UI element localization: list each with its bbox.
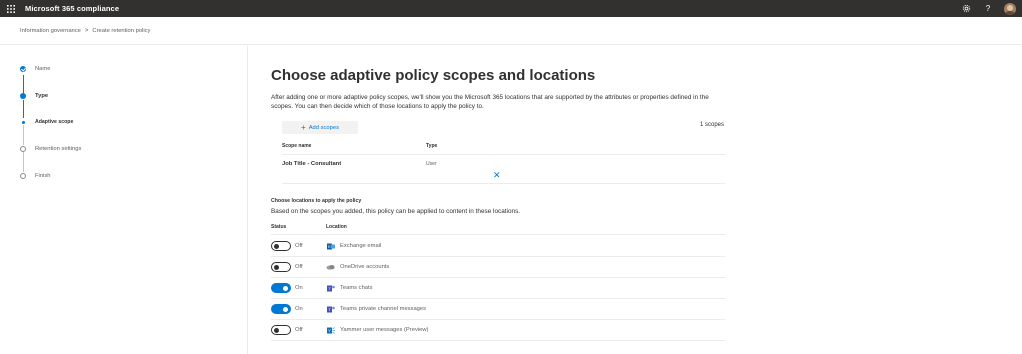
page-description: After adding one or more adaptive policy… xyxy=(271,94,709,111)
gear-icon[interactable] xyxy=(960,3,972,15)
add-scopes-label: Add scopes xyxy=(308,124,339,131)
app-title[interactable]: Microsoft 365 compliance xyxy=(25,4,119,13)
step-name[interactable]: Name xyxy=(20,66,50,72)
locations-title: Choose locations to apply the policy xyxy=(271,198,362,204)
step-label: Retention settings xyxy=(35,146,82,152)
close-icon[interactable]: ✕ xyxy=(493,171,501,180)
column-header-scope-name[interactable]: Scope name xyxy=(282,143,311,149)
add-scopes-button[interactable]: + Add scopes xyxy=(282,121,358,134)
location-row-teams-chats: On T Teams chats xyxy=(271,278,725,299)
location-row-exchange: Off E Exchange email xyxy=(271,236,725,257)
teams-icon: T xyxy=(326,284,335,292)
toggle-label: On xyxy=(295,285,303,291)
toggle-label: Off xyxy=(295,264,303,270)
step-label: Type xyxy=(35,93,49,99)
yammer-icon: Y xyxy=(326,326,335,334)
status-toggle[interactable] xyxy=(271,304,291,314)
svg-text:E: E xyxy=(328,244,331,249)
location-name: Exchange email xyxy=(340,243,382,249)
locations-table-header: Status Location xyxy=(271,221,725,235)
column-header-location: Location xyxy=(326,224,347,230)
app-launcher-icon[interactable] xyxy=(3,0,19,17)
status-toggle[interactable] xyxy=(271,241,291,251)
location-row-yammer: Off Y Yammer user messages (Preview) xyxy=(271,320,725,341)
location-name: Teams chats xyxy=(340,285,373,291)
step-label: Name xyxy=(35,66,51,72)
toggle-label: Off xyxy=(295,327,303,333)
checkmark-icon xyxy=(20,66,26,72)
active-step-icon xyxy=(20,93,26,99)
plus-icon: + xyxy=(301,122,306,132)
status-toggle[interactable] xyxy=(271,283,291,293)
scope-type: User xyxy=(426,161,437,167)
onedrive-icon xyxy=(326,263,335,271)
toggle-label: On xyxy=(295,306,303,312)
page-title: Choose adaptive policy scopes and locati… xyxy=(271,67,596,84)
substep-icon xyxy=(21,120,25,124)
scope-count: 1 scopes xyxy=(699,122,724,128)
step-finish[interactable]: Finish xyxy=(20,173,50,179)
breadcrumb-item-create-retention-policy: Create retention policy xyxy=(92,27,151,34)
exchange-icon: E xyxy=(326,242,335,250)
column-header-status: Status xyxy=(271,224,287,230)
location-name: OneDrive accounts xyxy=(340,264,390,270)
scope-table-header: Scope name Type xyxy=(282,141,725,155)
step-type[interactable]: Type xyxy=(20,93,48,99)
locations-subtitle: Based on the scopes you added, this poli… xyxy=(271,208,521,215)
location-name: Teams private channel messages xyxy=(340,306,427,312)
teams-icon: T xyxy=(326,305,335,313)
top-bar: Microsoft 365 compliance ? xyxy=(0,0,1022,17)
step-connector xyxy=(22,152,24,172)
breadcrumb-separator: > xyxy=(84,27,89,34)
location-name: Yammer user messages (Preview) xyxy=(340,327,429,333)
help-icon[interactable]: ? xyxy=(982,3,994,15)
pending-step-icon xyxy=(20,146,26,152)
status-toggle[interactable] xyxy=(271,325,291,335)
breadcrumb: Information governance > Create retentio… xyxy=(0,17,1022,45)
pending-step-icon xyxy=(20,173,26,179)
scope-name: Job Title - Consultant xyxy=(282,161,342,167)
svg-text:Y: Y xyxy=(328,328,331,333)
wizard-steps: Name Type Adaptive scope Retention setti… xyxy=(0,46,248,354)
avatar[interactable] xyxy=(1004,2,1016,15)
step-label: Finish xyxy=(35,173,51,179)
location-row-teams-private-channel: On T Teams private channel messages xyxy=(271,299,725,320)
breadcrumb-item-information-governance[interactable]: Information governance xyxy=(20,28,81,34)
table-row: Job Title - Consultant User ✕ xyxy=(282,156,725,184)
step-connector xyxy=(22,100,24,118)
toggle-label: Off xyxy=(295,243,303,249)
location-row-onedrive: Off OneDrive accounts xyxy=(271,257,725,278)
step-adaptive-scope[interactable]: Adaptive scope xyxy=(20,119,73,125)
step-connector xyxy=(22,75,24,93)
status-toggle[interactable] xyxy=(271,262,291,272)
column-header-type[interactable]: Type xyxy=(426,143,437,149)
step-connector xyxy=(22,125,24,145)
step-label: Adaptive scope xyxy=(35,119,74,125)
step-retention-settings[interactable]: Retention settings xyxy=(20,146,81,152)
